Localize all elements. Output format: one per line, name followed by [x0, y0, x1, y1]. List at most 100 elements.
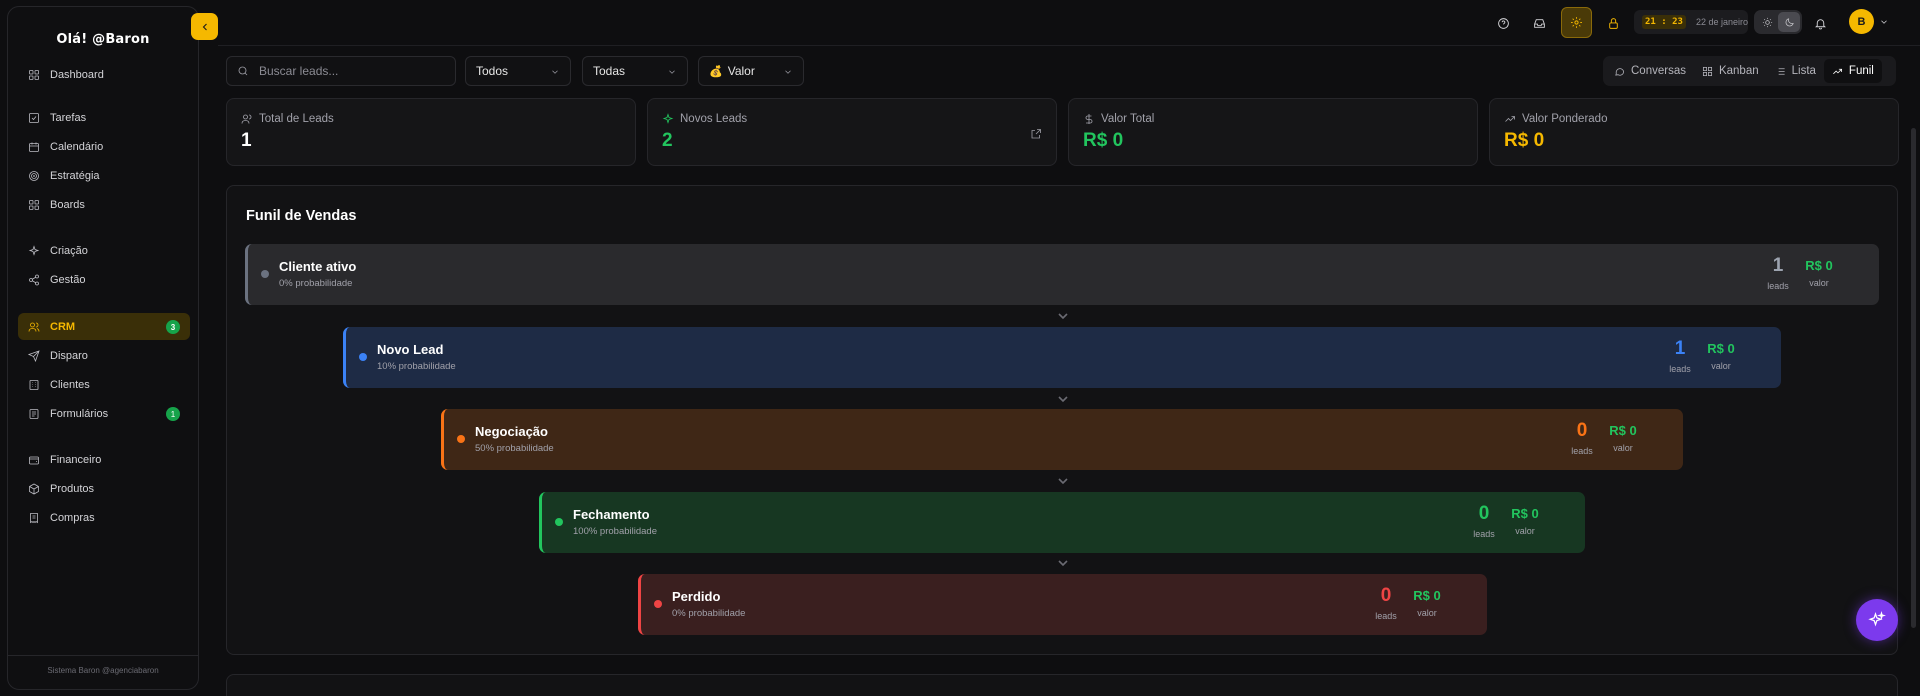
bell-icon — [1814, 18, 1826, 29]
funnel-stage-cliente-ativo[interactable]: Cliente ativo 0% probabilidade 1 leads R… — [245, 244, 1879, 305]
stage-value: R$ 0 — [1511, 506, 1539, 521]
crm-count-badge: 3 — [166, 320, 180, 334]
theme-toggle[interactable] — [1754, 10, 1802, 34]
stat-card-total-leads: Total de Leads 1 — [226, 98, 636, 166]
sidebar-item-gestao[interactable]: Gestão — [18, 266, 190, 293]
tab-kanban[interactable]: Kanban — [1694, 59, 1767, 83]
notifications-button[interactable] — [1808, 11, 1832, 35]
stat-label: Novos Leads — [680, 113, 748, 125]
stat-card-valor-total: Valor Total R$ 0 — [1068, 98, 1478, 166]
calendar-icon — [28, 141, 40, 153]
building-icon — [28, 379, 40, 391]
category-filter-select[interactable]: Todas — [582, 56, 688, 86]
settings-button[interactable] — [1561, 7, 1592, 38]
stage-probability: 50% probabilidade — [475, 443, 554, 454]
grid-icon — [1702, 66, 1712, 76]
sidebar-item-label: Financeiro — [50, 453, 102, 466]
grid-icon — [28, 69, 40, 81]
receipt-icon — [28, 512, 40, 524]
sidebar-item-clientes[interactable]: Clientes — [18, 371, 190, 398]
sidebar-item-label: Produtos — [50, 482, 95, 495]
inbox-icon — [1533, 18, 1545, 28]
search-box[interactable] — [226, 56, 456, 86]
grid-icon — [28, 199, 40, 211]
sidebar-item-estrategia[interactable]: Estratégia — [18, 162, 190, 189]
tab-lista[interactable]: Lista — [1767, 59, 1824, 83]
sidebar: Olá! @Baron Dashboard Tarefas Calendário… — [7, 6, 199, 690]
funnel-stage-perdido[interactable]: Perdido 0% probabilidade 0 leads R$ 0 va… — [638, 574, 1487, 635]
avatar[interactable]: B — [1849, 9, 1874, 34]
sidebar-item-compras[interactable]: Compras — [18, 504, 190, 531]
page-scrollbar[interactable] — [1911, 128, 1916, 628]
share-icon — [28, 274, 40, 286]
secondary-panel — [226, 674, 1898, 696]
stage-lead-count: 0 — [1478, 503, 1490, 524]
chevron-down-icon — [1057, 393, 1069, 403]
stat-label: Valor Ponderado — [1522, 113, 1608, 125]
tab-label: Conversas — [1631, 65, 1686, 77]
search-input[interactable] — [259, 64, 449, 78]
ai-assistant-button[interactable] — [1856, 599, 1898, 641]
view-switcher: Conversas Kanban Lista Funil — [1603, 56, 1896, 86]
stage-value: R$ 0 — [1413, 588, 1441, 603]
stage-name: Perdido — [672, 589, 721, 604]
tab-funil[interactable]: Funil — [1823, 59, 1882, 83]
stage-name: Negociação — [475, 424, 548, 439]
stage-leads-label: leads — [1473, 529, 1495, 539]
sidebar-item-produtos[interactable]: Produtos — [18, 475, 190, 502]
stat-value: 2 — [662, 130, 673, 151]
sidebar-item-tarefas[interactable]: Tarefas — [18, 104, 190, 131]
status-filter-select[interactable]: Todos — [465, 56, 571, 86]
sidebar-item-criacao[interactable]: Criação — [18, 237, 190, 264]
sort-select[interactable]: 💰 Valor — [698, 56, 804, 86]
stage-color-dot — [359, 353, 367, 361]
lock-button[interactable] — [1601, 11, 1625, 35]
external-link-icon — [1031, 129, 1041, 139]
chevron-down-icon — [1057, 310, 1069, 320]
sidebar-item-disparo[interactable]: Disparo — [18, 342, 190, 369]
sort-value: Valor — [727, 64, 755, 78]
list-icon — [1776, 67, 1785, 75]
category-filter-value: Todas — [593, 64, 626, 78]
stage-name: Cliente ativo — [279, 259, 357, 274]
funnel-stage-novo-lead[interactable]: Novo Lead 10% probabilidade 1 leads R$ 0… — [343, 327, 1781, 388]
sidebar-item-label: Tarefas — [50, 111, 87, 124]
user-menu-toggle[interactable] — [1879, 16, 1889, 30]
stage-lead-count: 1 — [1772, 255, 1784, 276]
sidebar-item-financeiro[interactable]: Financeiro — [18, 446, 190, 473]
sidebar-item-label: Criação — [50, 244, 88, 257]
collapse-sidebar-button[interactable] — [191, 13, 218, 40]
stage-value-label: valor — [1417, 608, 1437, 618]
sidebar-item-dashboard[interactable]: Dashboard — [18, 61, 190, 88]
sidebar-item-label: Gestão — [50, 273, 86, 286]
inbox-button[interactable] — [1527, 11, 1551, 35]
stat-label: Valor Total — [1101, 113, 1155, 125]
chevron-down-icon — [1881, 20, 1887, 24]
help-button[interactable] — [1491, 11, 1515, 35]
dark-mode-option[interactable] — [1778, 12, 1800, 32]
trending-up-icon — [1505, 116, 1515, 122]
sidebar-item-boards[interactable]: Boards — [18, 191, 190, 218]
stage-value-label: valor — [1515, 526, 1535, 536]
sidebar-item-formularios[interactable]: Formulários 1 — [18, 400, 190, 427]
open-novos-leads-button[interactable] — [1030, 128, 1042, 143]
stage-value: R$ 0 — [1707, 341, 1735, 356]
stat-card-valor-ponderado: Valor Ponderado R$ 0 — [1489, 98, 1899, 166]
send-icon — [28, 349, 40, 362]
sidebar-item-label: Disparo — [50, 349, 88, 362]
users-icon — [28, 321, 40, 333]
users-icon — [241, 114, 252, 124]
funnel-stage-fechamento[interactable]: Fechamento 100% probabilidade 0 leads R$… — [539, 492, 1585, 553]
funnel-stage-negociacao[interactable]: Negociação 50% probabilidade 0 leads R$ … — [441, 409, 1683, 470]
tab-conversas[interactable]: Conversas — [1606, 59, 1694, 83]
stat-label: Total de Leads — [259, 113, 334, 125]
clock-time: 21 : 23 — [1642, 15, 1686, 29]
stage-leads-label: leads — [1767, 281, 1789, 291]
sidebar-divider — [8, 655, 198, 656]
sidebar-item-crm[interactable]: CRM 3 — [18, 313, 190, 340]
sidebar-item-calendario[interactable]: Calendário — [18, 133, 190, 160]
stage-color-dot — [654, 600, 662, 608]
sun-icon — [1762, 17, 1772, 27]
light-mode-option[interactable] — [1756, 12, 1778, 32]
tab-label: Funil — [1848, 65, 1874, 77]
